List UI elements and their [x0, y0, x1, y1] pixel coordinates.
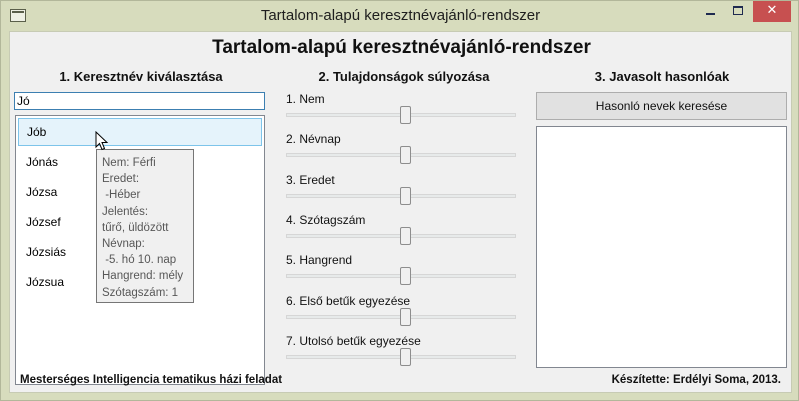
maximize-icon — [733, 6, 743, 15]
mouse-cursor-icon — [95, 131, 109, 151]
maximize-button[interactable] — [725, 1, 751, 22]
weight-slider-thumb[interactable] — [400, 347, 411, 366]
client-area: Tartalom-alapú keresztnévajánló-rendszer… — [9, 31, 792, 393]
name-search-input[interactable]: Jó — [14, 92, 265, 110]
section-suggestions-heading: 3. Javasolt hasonlóak — [594, 69, 730, 84]
weight-slider-thumb[interactable] — [400, 186, 411, 205]
app-window: Tartalom-alapú keresztnévajánló-rendszer… — [0, 0, 799, 401]
tooltip-line: -5. hó 10. nap — [102, 254, 177, 267]
weight-slider-thumb[interactable] — [400, 267, 411, 286]
minimize-icon — [705, 13, 715, 15]
slider-label: 7. Utolsó betűk egyezése — [286, 333, 421, 348]
slider-label: 1. Nem — [286, 92, 325, 106]
footer-author-label: Készítette: Erdélyi Soma, 2013. — [611, 374, 781, 386]
page-title: Tartalom-alapú keresztnévajánló-rendszer — [212, 37, 591, 58]
close-button[interactable]: ✕ — [753, 1, 791, 22]
weight-slider-thumb[interactable] — [400, 146, 411, 165]
slider-label: 6. Első betűk egyezése — [286, 293, 411, 308]
minimize-button[interactable] — [697, 1, 723, 22]
section-weights-heading: 2. Tulajdonságok súlyozása — [318, 69, 490, 84]
close-icon: ✕ — [766, 3, 778, 18]
tooltip-line: Névnap: — [102, 238, 145, 251]
slider-label: 5. Hangrend — [286, 253, 353, 268]
slider-label: 4. Szótagszám — [286, 212, 366, 227]
tooltip-line: Nem: Férfi — [102, 157, 156, 169]
slider-label: 2. Névnap — [286, 132, 341, 147]
tooltip-line: -Héber — [102, 189, 141, 202]
tooltip-line: tűrő, üldözött — [102, 221, 169, 234]
list-item[interactable]: Jób — [18, 118, 262, 146]
tooltip-line: Eredet: — [102, 173, 140, 186]
section-name-selection-heading: 1. Keresztnév kiválasztása — [59, 69, 223, 84]
title-bar[interactable]: Tartalom-alapú keresztnévajánló-rendszer… — [1, 1, 799, 31]
name-details-tooltip: Nem: Férfi Eredet: -Héber Jelentés: tűrő… — [96, 149, 194, 303]
find-similar-button[interactable]: Hasonló nevek keresése — [536, 92, 787, 120]
footer-course-label: Mesterséges Intelligencia tematikus házi… — [20, 374, 283, 386]
window-title: Tartalom-alapú keresztnévajánló-rendszer — [260, 7, 541, 24]
tooltip-line: Szótagszám: 1 — [102, 286, 179, 299]
suggested-names-list[interactable] — [536, 126, 787, 368]
slider-label: 3. Eredet — [286, 172, 335, 187]
weight-slider-thumb[interactable] — [400, 106, 411, 124]
tooltip-line: Hangrend: mély — [102, 270, 184, 283]
tooltip-line: Jelentés: — [102, 205, 149, 218]
weight-slider-thumb[interactable] — [400, 226, 411, 245]
weight-slider-thumb[interactable] — [400, 307, 411, 326]
